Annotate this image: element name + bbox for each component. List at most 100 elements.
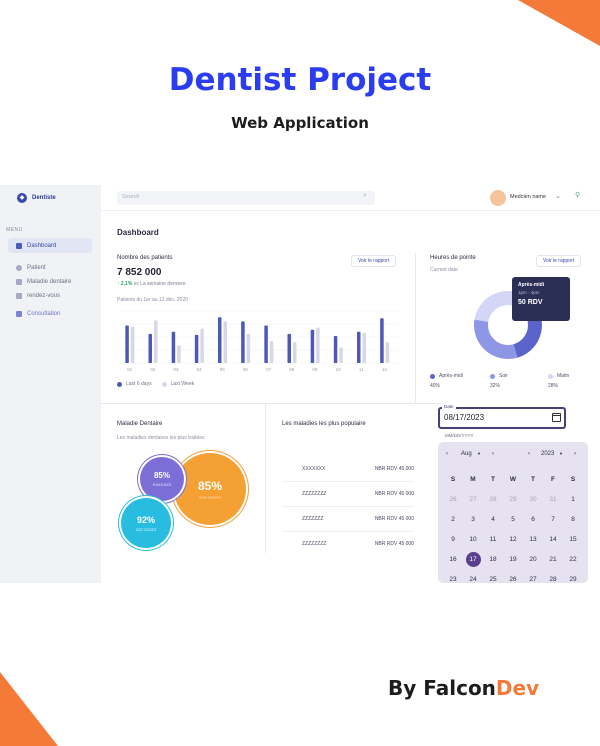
x-tick-label: 02 xyxy=(150,367,156,372)
calendar-day[interactable]: 25 xyxy=(483,572,503,583)
bar-last-week[interactable] xyxy=(339,347,343,363)
disease-count: NBR RDV 45 000 xyxy=(374,516,414,522)
bar-last-6-days[interactable] xyxy=(264,325,268,363)
sidebar-item-maladie[interactable]: Maladie dentaire xyxy=(8,274,92,289)
calendar-day[interactable]: 12 xyxy=(503,532,523,547)
list-item[interactable]: ZZZZZZZ NBR RDV 45 000 xyxy=(282,516,414,522)
bar-last-week[interactable] xyxy=(385,342,390,363)
calendar-day[interactable]: 16 xyxy=(443,552,463,567)
calendar-day[interactable]: 27 xyxy=(523,572,543,583)
calendar-day[interactable]: 22 xyxy=(563,552,583,567)
selected-day[interactable]: 17 xyxy=(465,552,481,567)
bar-last-week[interactable] xyxy=(177,345,181,363)
calendar-day[interactable]: 18 xyxy=(483,552,503,567)
bar-last-week[interactable] xyxy=(223,321,228,363)
date-value[interactable]: 08/17/2023 xyxy=(444,413,484,422)
legend-last-6-days: Last 6 days Last Week xyxy=(117,381,194,387)
voir-rapport-button[interactable]: Voir le rapport xyxy=(536,255,582,267)
bar-last-week[interactable] xyxy=(154,320,158,363)
bar-last-6-days[interactable] xyxy=(380,318,384,363)
bar-last-week[interactable] xyxy=(269,341,274,363)
bar-last-week[interactable] xyxy=(316,327,320,363)
bar-last-6-days[interactable] xyxy=(218,317,222,363)
calendar-day[interactable]: 31 xyxy=(543,492,563,507)
calendar-day[interactable]: 19 xyxy=(503,552,523,567)
calendar-day[interactable]: 1 xyxy=(563,492,583,507)
bar-last-week[interactable] xyxy=(246,333,251,363)
calendar-day[interactable]: 20 xyxy=(523,552,543,567)
calendar-day[interactable]: 8 xyxy=(563,512,583,527)
search-input[interactable]: Search xyxy=(117,191,375,205)
voir-rapport-button[interactable]: Voir le rapport xyxy=(351,255,397,267)
calendar-icon[interactable] xyxy=(552,413,561,422)
notification-icon[interactable]: ⚲ xyxy=(575,191,580,199)
user-name[interactable]: Medcien name xyxy=(510,194,546,200)
author-prefix: By Falcon xyxy=(388,676,496,700)
calendar-day[interactable]: 15 xyxy=(563,532,583,547)
bar-last-week[interactable] xyxy=(130,326,135,363)
sidebar-item-rendez-vous[interactable]: rendez-vous xyxy=(8,288,92,303)
calendar-day[interactable]: 24 xyxy=(463,572,483,583)
bar-last-week[interactable] xyxy=(293,342,297,363)
next-year-icon[interactable]: › xyxy=(574,451,576,457)
month-select[interactable]: Aug xyxy=(461,451,472,457)
bar-last-6-days[interactable] xyxy=(241,321,245,363)
year-select[interactable]: 2023 xyxy=(541,451,554,457)
patients-range: Patients du 1er au 12 déc. 2020 xyxy=(117,297,188,303)
list-item[interactable]: XXXXXXX NBR RDV 45 000 xyxy=(282,466,414,472)
sidebar-item-dashboard[interactable]: Dashboard xyxy=(8,238,92,253)
calendar-day[interactable]: 28 xyxy=(483,492,503,507)
calendar-day[interactable]: 9 xyxy=(443,532,463,547)
bubble-label: YYY YYYYY xyxy=(198,494,222,500)
list-item[interactable]: ZZZZZZZZ NBR RDV 45 000 xyxy=(282,491,414,497)
next-month-icon[interactable]: › xyxy=(492,451,494,457)
calendar-day[interactable]: 10 xyxy=(463,532,483,547)
calendar-day[interactable]: 29 xyxy=(563,572,583,583)
bar-last-6-days[interactable] xyxy=(287,333,292,363)
weekday-header: W xyxy=(509,476,517,483)
calendar-day[interactable]: 17 xyxy=(463,552,483,567)
calendar-day[interactable]: 13 xyxy=(523,532,543,547)
bar-last-6-days[interactable] xyxy=(357,331,361,363)
calendar-day[interactable]: 26 xyxy=(443,492,463,507)
calendar-day[interactable]: 3 xyxy=(463,512,483,527)
donut-slice-soir[interactable] xyxy=(474,319,518,359)
disease-count: NBR RDV 45 000 xyxy=(374,466,414,472)
avatar[interactable] xyxy=(490,190,506,206)
calendar-day[interactable]: 26 xyxy=(503,572,523,583)
bar-last-6-days[interactable] xyxy=(194,334,199,363)
bar-last-6-days[interactable] xyxy=(333,335,338,363)
calendar-day[interactable]: 6 xyxy=(523,512,543,527)
legend-value: 28% xyxy=(548,383,559,389)
calendar-day[interactable]: 21 xyxy=(543,552,563,567)
prev-year-icon[interactable]: ‹ xyxy=(528,451,530,457)
calendar-day[interactable]: 27 xyxy=(463,492,483,507)
bar-last-6-days[interactable] xyxy=(171,331,176,363)
calendar-day[interactable]: 7 xyxy=(543,512,563,527)
logo[interactable]: ◆ Dentiste xyxy=(17,193,56,203)
bar-last-6-days[interactable] xyxy=(148,333,153,363)
growth-value: 2.1% xyxy=(120,281,133,287)
legend-label: Soir xyxy=(499,373,508,379)
prev-month-icon[interactable]: ‹ xyxy=(446,451,448,457)
calendar-day[interactable]: 23 xyxy=(443,572,463,583)
chevron-down-icon[interactable]: ⌄ xyxy=(555,192,561,200)
sidebar-item-consultation[interactable]: Consultation xyxy=(8,306,92,321)
caret-down-icon[interactable]: ▼ xyxy=(559,451,563,456)
bar-last-week[interactable] xyxy=(362,332,367,363)
calendar-day[interactable]: 4 xyxy=(483,512,503,527)
search-icon[interactable]: ⌕ xyxy=(363,192,596,200)
calendar-day[interactable]: 30 xyxy=(523,492,543,507)
calendar-day[interactable]: 2 xyxy=(443,512,463,527)
bar-last-6-days[interactable] xyxy=(310,329,315,363)
list-item[interactable]: ZZZZZZZZ NBR RDV 45 000 xyxy=(282,541,414,547)
caret-down-icon[interactable]: ▼ xyxy=(477,451,481,456)
calendar-day[interactable]: 11 xyxy=(483,532,503,547)
calendar-day[interactable]: 28 xyxy=(543,572,563,583)
sidebar-item-patient[interactable]: Patient xyxy=(8,260,92,275)
calendar-day[interactable]: 29 xyxy=(503,492,523,507)
bar-last-week[interactable] xyxy=(200,328,204,363)
calendar-day[interactable]: 14 xyxy=(543,532,563,547)
calendar-day[interactable]: 5 xyxy=(503,512,523,527)
bar-last-6-days[interactable] xyxy=(125,325,129,363)
